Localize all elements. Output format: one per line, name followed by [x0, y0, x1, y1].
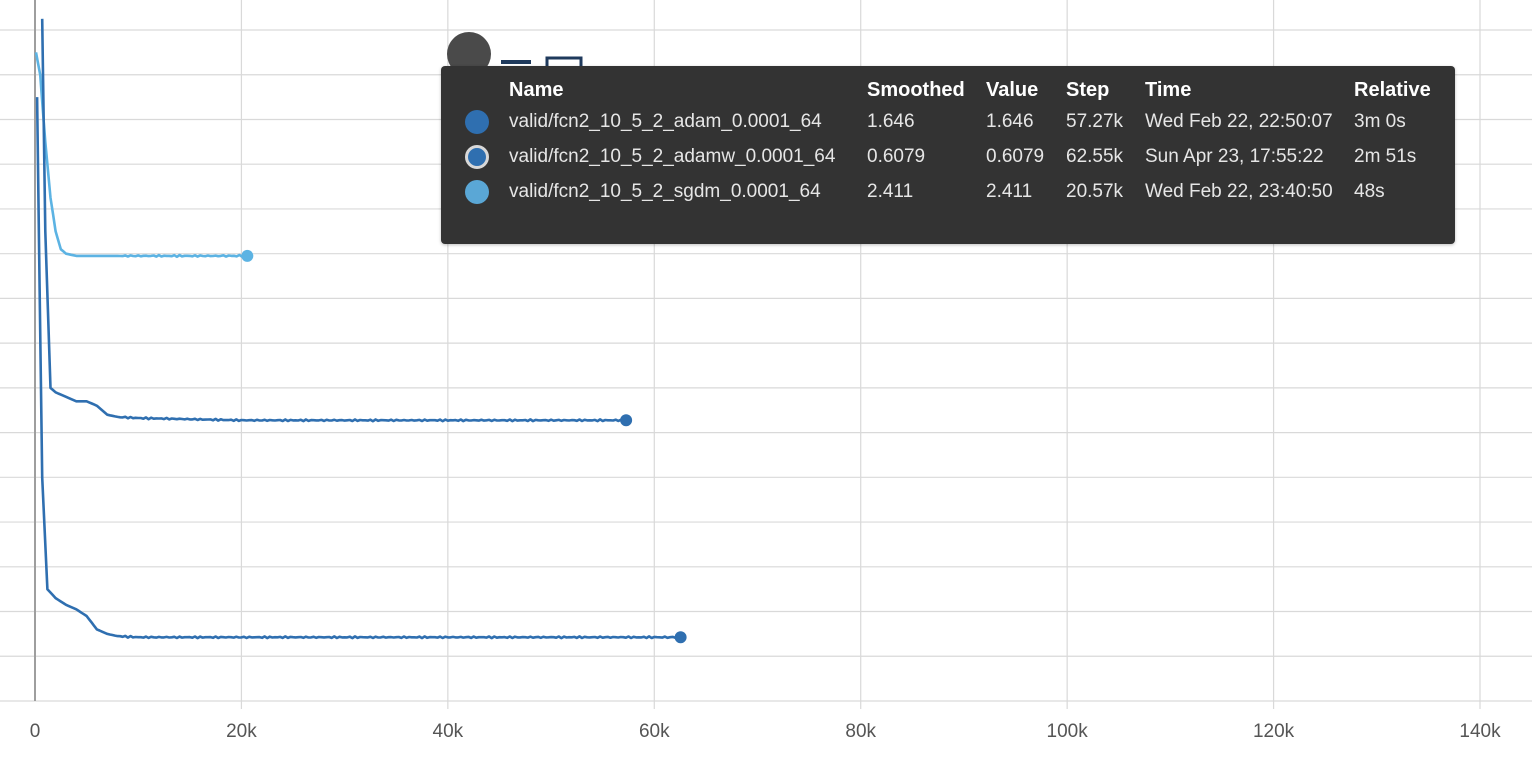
- tooltip-header-relative: Relative: [1354, 79, 1431, 101]
- hover-tooltip: Name Smoothed Value Step Time Relative v…: [441, 66, 1455, 244]
- x-tick-labels: 0 20k 40k 60k 80k 100k 120k 140k: [30, 721, 1501, 742]
- tooltip-table: Name Smoothed Value Step Time Relative v…: [441, 66, 1454, 209]
- tooltip-cell-value: 0.6079: [986, 145, 1045, 167]
- tooltip-cell-value: 2.411: [986, 180, 1033, 202]
- tooltip-cell-name: valid/fcn2_10_5_2_adamw_0.0001_64: [509, 145, 836, 167]
- tooltip-row: valid/fcn2_10_5_2_adamw_0.0001_64 0.6079…: [441, 139, 1454, 174]
- toolbar-remnant: [441, 30, 601, 70]
- tooltip-header-time: Time: [1145, 79, 1192, 101]
- tooltip-row: valid/fcn2_10_5_2_sgdm_0.0001_64 2.411 2…: [441, 174, 1454, 209]
- tooltip-header-name: Name: [509, 79, 564, 101]
- tooltip-cell-step: 62.55k: [1066, 145, 1124, 167]
- tooltip-cell-step: 57.27k: [1066, 110, 1124, 132]
- series-swatch-icon: [465, 179, 489, 204]
- tooltip-cell-time: Wed Feb 22, 22:50:07: [1145, 110, 1333, 132]
- tooltip-cell-name: valid/fcn2_10_5_2_sgdm_0.0001_64: [509, 180, 821, 202]
- tooltip-header-step: Step: [1066, 79, 1110, 101]
- x-tick-label: 0: [30, 721, 41, 742]
- tooltip-header-swatch: [441, 66, 509, 104]
- tooltip-cell-smoothed: 1.646: [867, 110, 915, 132]
- tooltip-cell-time: Wed Feb 22, 23:40:50: [1145, 180, 1333, 202]
- x-tick-label: 100k: [1047, 721, 1089, 742]
- tooltip-cell-value: 1.646: [986, 110, 1034, 132]
- tooltip-swatch-cell: [441, 139, 509, 174]
- tooltip-cell-smoothed: 0.6079: [867, 145, 926, 167]
- tooltip-cell-relative: 3m 0s: [1354, 110, 1406, 132]
- tooltip-header-value: Value: [986, 79, 1039, 101]
- series-swatch-icon: [465, 109, 489, 134]
- series-swatch-icon: [465, 144, 489, 169]
- tooltip-swatch-cell: [441, 174, 509, 209]
- tooltip-cell-relative: 48s: [1354, 180, 1385, 202]
- x-tick-label: 120k: [1253, 721, 1295, 742]
- x-tick-label: 140k: [1459, 721, 1501, 742]
- x-tick-label: 80k: [845, 721, 876, 742]
- series-end-point: [241, 249, 254, 262]
- tooltip-cell-smoothed: 2.411: [867, 180, 914, 202]
- series-end-point: [674, 631, 687, 644]
- tooltip-cell-relative: 2m 51s: [1354, 145, 1417, 167]
- tooltip-header-smoothed: Smoothed: [867, 79, 965, 101]
- toolbar-lines-icon[interactable]: [501, 60, 531, 64]
- tooltip-swatch-cell: [441, 104, 509, 139]
- series-end-point: [620, 414, 633, 427]
- tooltip-header-row: Name Smoothed Value Step Time Relative: [441, 66, 1454, 104]
- x-tick-label: 60k: [639, 721, 670, 742]
- toolbar-circle-icon[interactable]: [447, 32, 491, 70]
- tooltip-cell-step: 20.57k: [1066, 180, 1124, 202]
- x-tick-label: 20k: [226, 721, 257, 742]
- tooltip-row: valid/fcn2_10_5_2_adam_0.0001_64 1.646 1…: [441, 104, 1454, 139]
- series-line: [34, 52, 248, 259]
- tooltip-cell-time: Sun Apr 23, 17:55:22: [1145, 145, 1324, 167]
- x-tick-label: 40k: [433, 721, 464, 742]
- tooltip-cell-name: valid/fcn2_10_5_2_adam_0.0001_64: [509, 110, 822, 132]
